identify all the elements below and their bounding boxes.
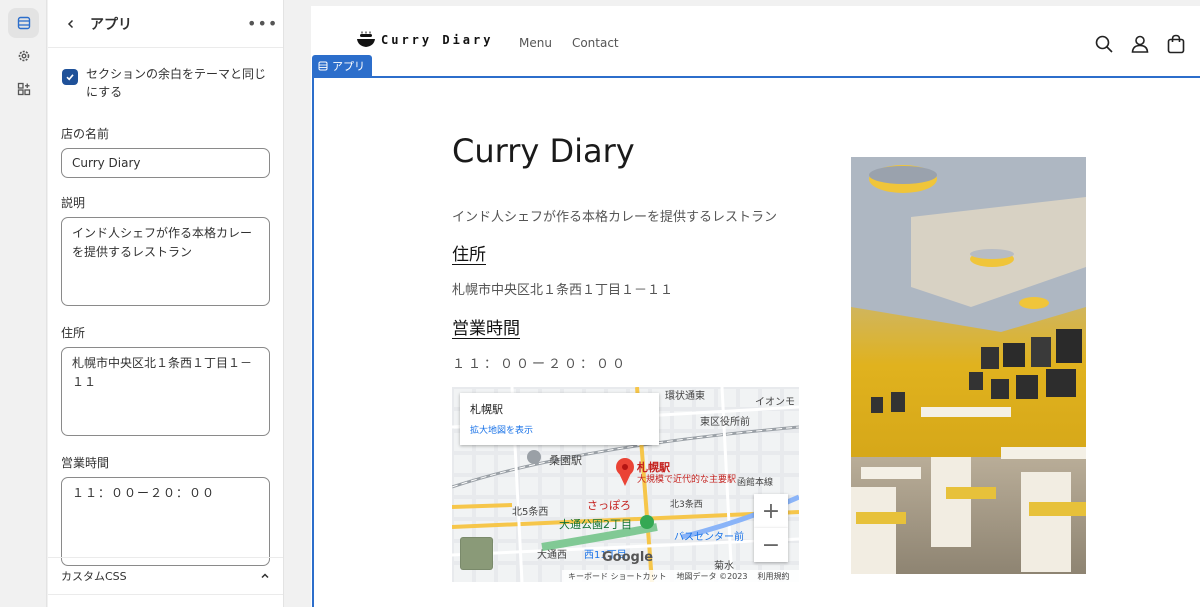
- hours-text: １１：００ー２０：００: [452, 357, 629, 372]
- section-tag-label: アプリ: [332, 59, 365, 73]
- map-larger-link[interactable]: 拡大地図を表示: [470, 423, 649, 436]
- icon-rail: [0, 0, 47, 607]
- map-label-kita3jo: 北3条西: [670, 500, 703, 510]
- map-data-credit: 地図データ ©2023: [676, 571, 748, 581]
- shop-description: インド人シェフが作る本格カレーを提供するレストラン: [452, 210, 778, 225]
- google-logo: Google: [602, 550, 654, 565]
- panel-title: アプリ: [90, 16, 132, 33]
- checkbox-checked[interactable]: [62, 69, 78, 85]
- map-footer: キーボード ショートカット 地図データ ©2023 利用規約: [562, 570, 799, 582]
- more-options-icon[interactable]: •••: [247, 14, 277, 33]
- google-map[interactable]: 桑園駅 さっぽろ 大通公園2丁目 北5条西 北3条西 東区役所前 環状通東 イオ…: [452, 387, 799, 582]
- map-label-hakodate-line: 函館本線: [737, 478, 774, 488]
- settings-panel: アプリ ••• セクションの余白をテーマと同じにする 店の名前 Curry Di…: [48, 0, 284, 607]
- curry-bowl-icon: [357, 31, 375, 47]
- site-logo[interactable]: Curry Diary: [355, 31, 493, 49]
- description-label: 説明: [61, 196, 86, 210]
- shop-name-input[interactable]: Curry Diary: [61, 148, 270, 178]
- checkbox-label: セクションの余白をテーマと同じにする: [86, 67, 267, 99]
- restaurant-interior-image: [851, 157, 1086, 574]
- main-nav: Menu Contact: [519, 36, 619, 50]
- map-label-kita5jo: 北5条西: [512, 507, 549, 518]
- map-place-card: 札幌駅 拡大地図を表示: [460, 393, 659, 445]
- section-icon: [318, 61, 328, 70]
- storefront-preview: Curry Diary Menu Contact アプリ Curry Diary…: [311, 6, 1200, 607]
- back-arrow-icon[interactable]: [60, 13, 82, 35]
- site-header: Curry Diary Menu Contact: [311, 6, 1200, 78]
- description-textarea[interactable]: インド人シェフが作る本格カレーを提供するレストラン: [61, 217, 270, 306]
- section-margin-setting[interactable]: セクションの余白をテーマと同じにする: [61, 65, 270, 101]
- map-label-kanjo: 環状通東: [665, 391, 705, 402]
- custom-css-label: カスタムCSS: [61, 570, 127, 583]
- shop-title: Curry Diary: [452, 132, 635, 170]
- account-icon[interactable]: [1129, 33, 1151, 55]
- map-marker-sub: 大規模で近代的な主要駅: [637, 475, 737, 485]
- panel-header: アプリ •••: [48, 0, 283, 48]
- section-tag[interactable]: アプリ: [312, 55, 372, 76]
- map-label-souen: 桑園駅: [549, 454, 582, 467]
- map-label-odori-nishi: 大通西: [537, 550, 567, 561]
- map-label-odori-park: 大通公園2丁目: [559, 518, 632, 531]
- zoom-in-button[interactable]: +: [754, 494, 788, 528]
- gear-icon[interactable]: [8, 41, 39, 71]
- restaurant-photo: [851, 157, 1086, 574]
- hours-textarea[interactable]: １１：００ー２０：００: [61, 477, 270, 566]
- hours-label: 営業時間: [61, 456, 110, 470]
- nav-menu[interactable]: Menu: [519, 36, 552, 50]
- map-place-name: 札幌駅: [470, 403, 503, 416]
- search-icon[interactable]: [1093, 33, 1115, 55]
- sections-icon[interactable]: [8, 8, 39, 38]
- custom-css-toggle[interactable]: カスタムCSS: [48, 557, 283, 595]
- address-label: 住所: [61, 326, 86, 340]
- map-label-higashi-ku: 東区役所前: [700, 417, 750, 428]
- address-text: 札幌市中央区北１条西１丁目１－１１: [452, 283, 674, 298]
- logo-text: Curry Diary: [381, 33, 494, 47]
- map-label-aeon: イオンモ: [755, 397, 795, 408]
- hours-heading: 営業時間: [452, 319, 520, 339]
- zoom-out-button[interactable]: −: [754, 528, 788, 562]
- map-terms-link[interactable]: 利用規約: [757, 571, 789, 582]
- address-heading: 住所: [452, 245, 486, 265]
- map-shortcuts-link[interactable]: キーボード ショートカット: [568, 571, 667, 582]
- address-textarea[interactable]: 札幌市中央区北１条西１丁目１－１１: [61, 347, 270, 436]
- cart-icon[interactable]: [1165, 33, 1187, 55]
- nav-contact[interactable]: Contact: [572, 36, 619, 50]
- map-label-sapporo: さっぽろ: [587, 499, 631, 512]
- chevron-up-icon: [261, 573, 269, 579]
- map-label-bus-center: バスセンター前: [674, 532, 744, 543]
- shop-name-label: 店の名前: [61, 127, 110, 141]
- apps-icon[interactable]: [8, 74, 39, 104]
